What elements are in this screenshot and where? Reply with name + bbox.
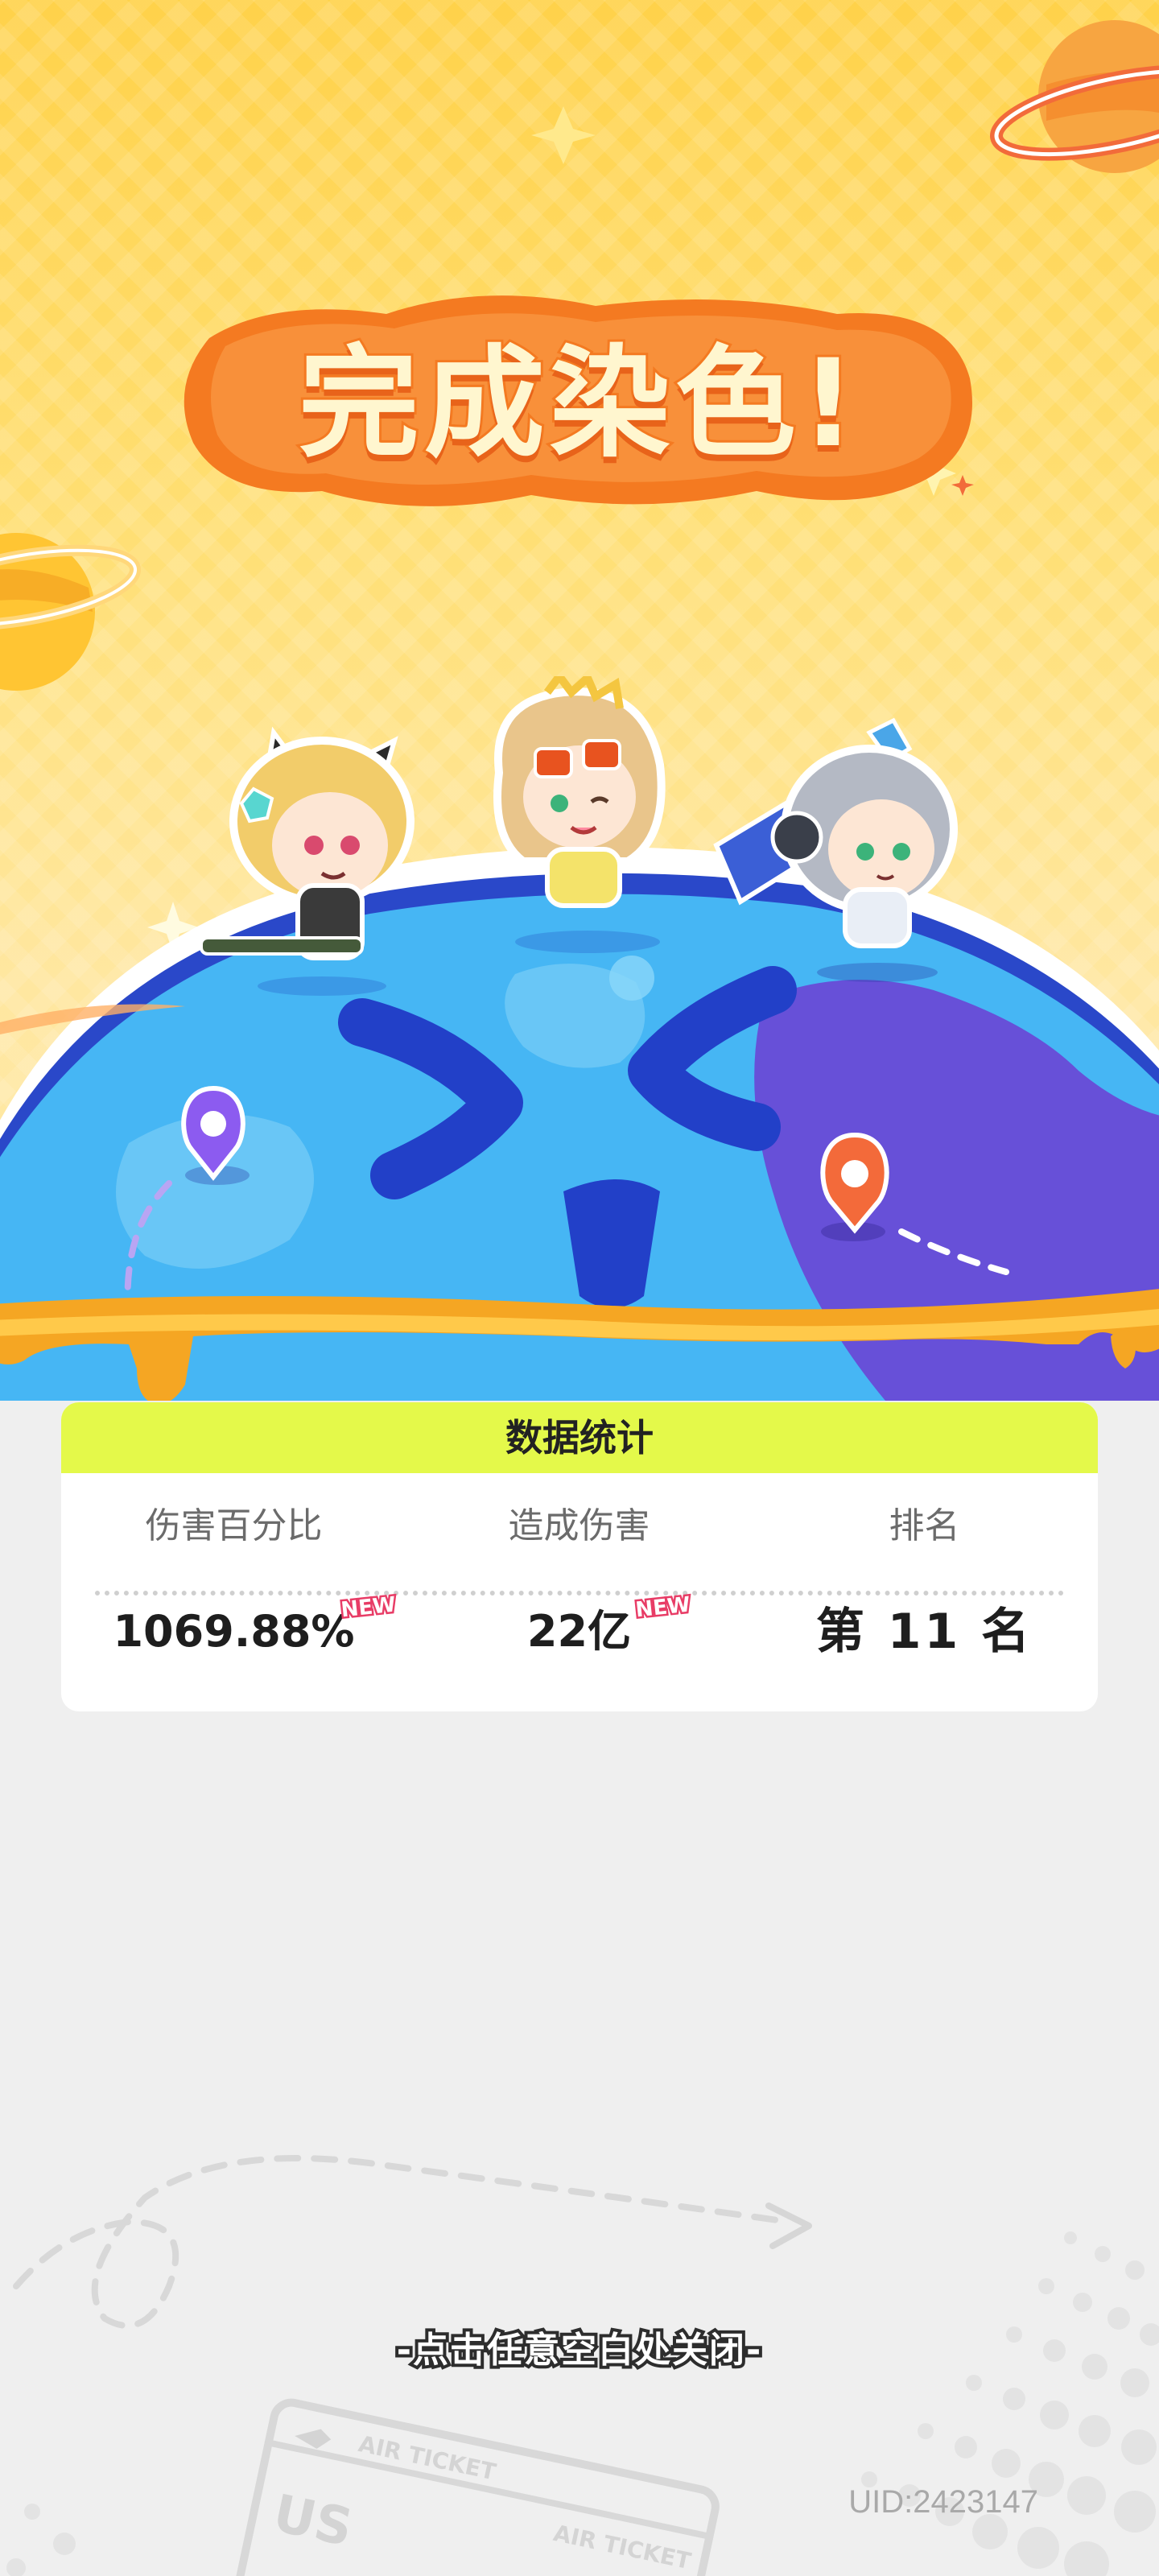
air-ticket: AIR TICKET AIR TICKET US bbox=[233, 2398, 720, 2576]
character-sunglasses-girl bbox=[493, 676, 666, 953]
completion-title: 完成染色! bbox=[177, 290, 982, 515]
ticket-code: US bbox=[268, 2484, 357, 2559]
new-badge: NEW bbox=[336, 1587, 401, 1633]
character-silver-hair-girl bbox=[713, 717, 958, 982]
new-badge: NEW bbox=[631, 1587, 695, 1633]
stats-divider bbox=[95, 1591, 1064, 1596]
stats-card: 数据统计 伤害百分比 1069.88% 造成伤害 22亿 排名 第 11 名 bbox=[61, 1402, 1098, 1711]
close-hint[interactable]: -点击任意空白处关闭- bbox=[258, 2325, 901, 2376]
stat-label: 伤害百分比 bbox=[145, 1505, 323, 1546]
result-hero: 完成染色! bbox=[0, 0, 1159, 1401]
stat-label: 排名 bbox=[889, 1505, 960, 1546]
stat-value: 22亿 bbox=[526, 1606, 632, 1657]
stats-header: 数据统计 bbox=[61, 1402, 1098, 1473]
map-pin-icon bbox=[820, 1132, 889, 1241]
light-streak bbox=[0, 1004, 185, 1034]
sparkle-icon bbox=[531, 106, 596, 164]
map-pin-icon bbox=[181, 1085, 250, 1185]
user-id: UID:2423147 bbox=[848, 2484, 1038, 2520]
airplane-icon bbox=[765, 2202, 812, 2249]
stat-value: 第 11 名 bbox=[815, 1604, 1033, 1660]
title-text: 完成染色! bbox=[296, 334, 861, 474]
new-badge-text: NEW bbox=[338, 1591, 399, 1624]
planet-icon bbox=[990, 20, 1159, 173]
character-blonde-girl bbox=[200, 726, 415, 996]
planet-icon bbox=[0, 533, 142, 691]
stat-label: 造成伤害 bbox=[508, 1505, 650, 1546]
new-badge-text: NEW bbox=[633, 1591, 694, 1624]
